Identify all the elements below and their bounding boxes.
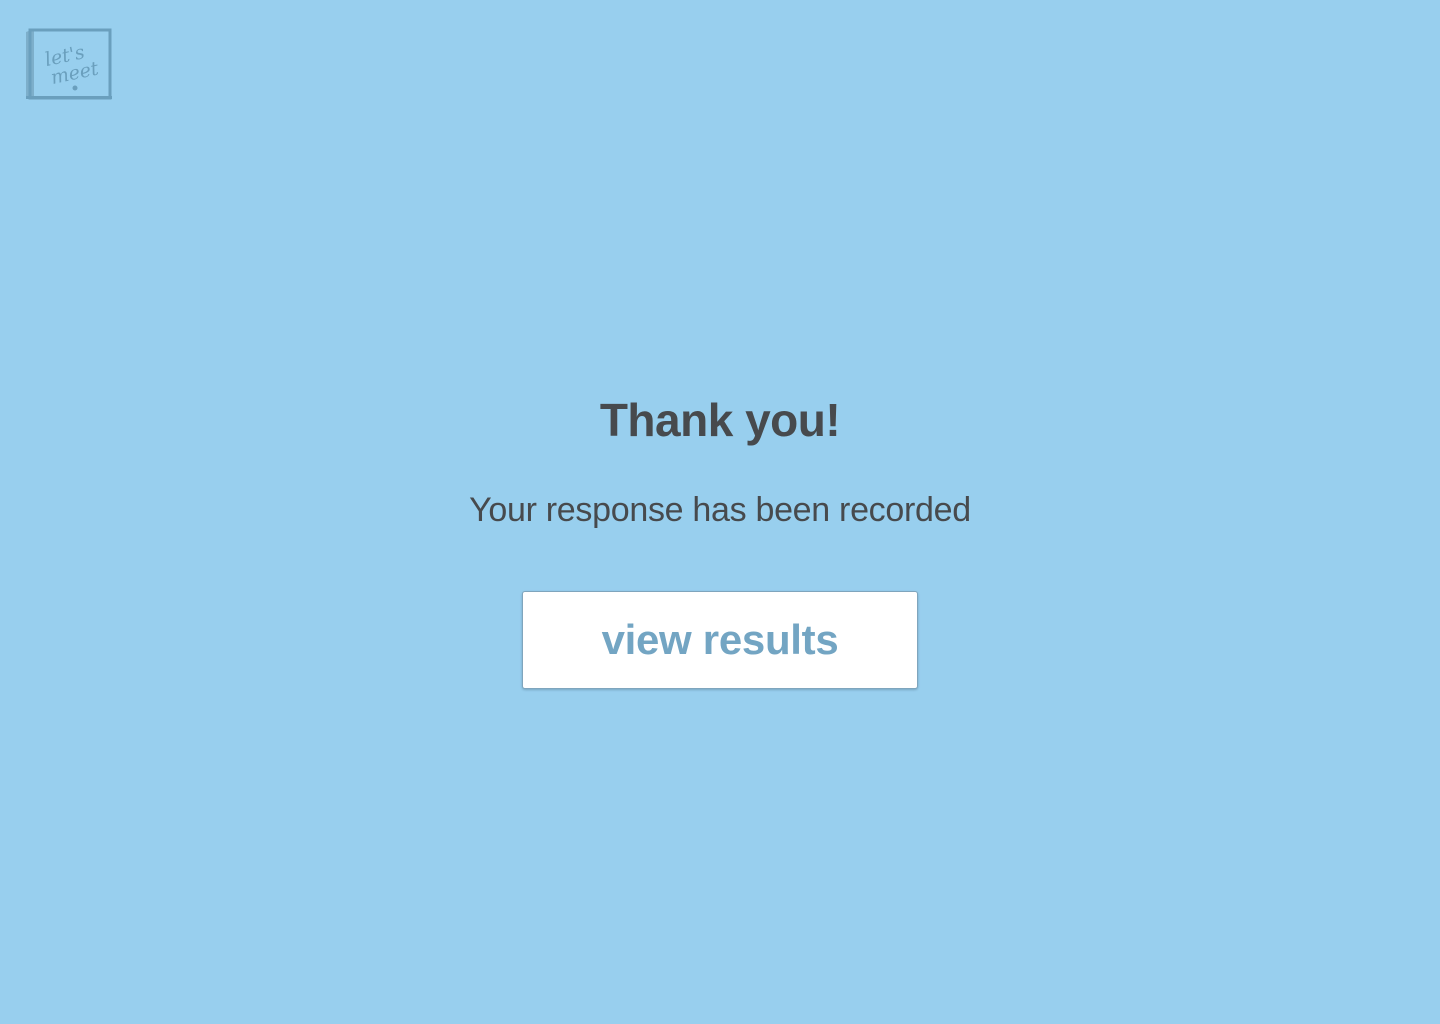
- confirmation-message: Your response has been recorded: [469, 491, 971, 529]
- page-title: Thank you!: [599, 394, 841, 446]
- view-results-button[interactable]: view results: [522, 591, 918, 689]
- confirmation-panel: Thank you! Your response has been record…: [0, 0, 1440, 1024]
